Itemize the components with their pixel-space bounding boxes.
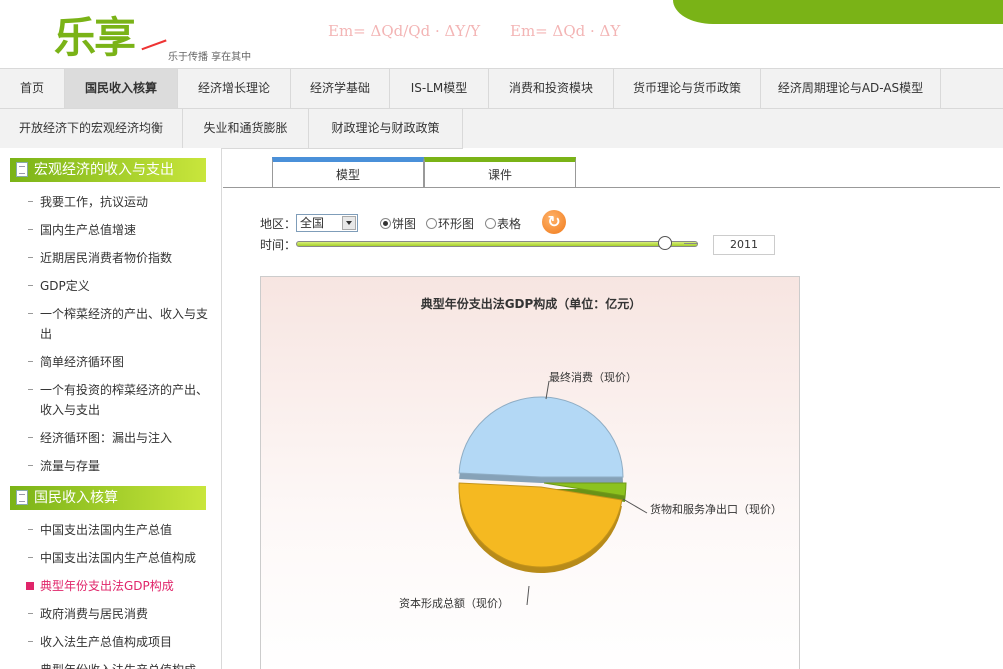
- site-logo[interactable]: 乐享: [54, 4, 136, 65]
- region-select-value: 全国: [300, 216, 325, 230]
- radio-dot[interactable]: [426, 218, 437, 229]
- logo-tagline: 乐于传播 享在其中: [168, 52, 252, 63]
- header-formula-1: Em= ΔQd/Qd · ΔY/Y: [328, 22, 481, 40]
- sidebar-item[interactable]: 中国支出法国内生产总值构成: [0, 544, 221, 572]
- radio-label: 表格: [497, 217, 522, 231]
- region-label: 地区：: [260, 217, 297, 231]
- radio-pie[interactable]: 饼图: [380, 215, 416, 232]
- radio-label: 饼图: [392, 217, 417, 231]
- nav-item-is-lm[interactable]: IS-LM模型: [390, 69, 489, 108]
- tab-courseware[interactable]: 课件: [424, 157, 576, 188]
- sidebar-item-active[interactable]: 典型年份支出法GDP构成: [0, 572, 221, 600]
- nav-row-1: 首页 国民收入核算 经济增长理论 经济学基础 IS-LM模型 消费和投资模块 货…: [0, 69, 1003, 109]
- logo-arrow-decoration: [139, 33, 167, 51]
- logo-text: 乐享: [54, 13, 136, 62]
- nav-row-2: 开放经济下的宏观经济均衡 失业和通货膨胀 财政理论与财政政策: [0, 109, 463, 149]
- tabs-divider: [223, 187, 1000, 188]
- radio-table[interactable]: 表格: [485, 215, 521, 232]
- sidebar: 宏观经济的收入与支出 我要工作，抗议运动 国内生产总值增速 近期居民消费者物价指…: [0, 148, 222, 669]
- sidebar-item[interactable]: 中国支出法国内生产总值: [0, 516, 221, 544]
- sidebar-item[interactable]: 近期居民消费者物价指数: [0, 244, 221, 272]
- sidebar-item[interactable]: 简单经济循环图: [0, 348, 221, 376]
- document-icon: [16, 162, 28, 177]
- time-slider[interactable]: [296, 241, 698, 247]
- tab-model[interactable]: 模型: [272, 157, 424, 188]
- sidebar-item[interactable]: 政府消费与居民消费: [0, 600, 221, 628]
- document-icon: [16, 490, 28, 505]
- nav-item-fiscal[interactable]: 财政理论与财政政策: [309, 109, 463, 148]
- radio-dot[interactable]: [485, 218, 496, 229]
- nav-item-economics-basics[interactable]: 经济学基础: [291, 69, 390, 108]
- header-decoration: [673, 0, 1003, 24]
- chart-controls: 地区： 全国 饼图 环形图 表格 时间： 2011: [260, 210, 800, 260]
- pie-label-net-exports: 货物和服务净出口（现价）: [650, 502, 782, 516]
- time-label: 时间：: [260, 238, 297, 252]
- time-slider-thumb[interactable]: [657, 236, 672, 250]
- nav-item-national-income[interactable]: 国民收入核算: [65, 69, 178, 108]
- sidebar-section-title: 国民收入核算: [34, 490, 118, 506]
- radio-label: 环形图: [438, 217, 475, 231]
- sidebar-item[interactable]: 我要工作，抗议运动: [0, 188, 221, 216]
- pie-slice-capital-formation[interactable]: [458, 482, 623, 573]
- sidebar-list-1: 我要工作，抗议运动 国内生产总值增速 近期居民消费者物价指数 GDP定义 一个榨…: [0, 188, 221, 480]
- sidebar-section-title: 宏观经济的收入与支出: [34, 162, 174, 178]
- header: 乐享 乐于传播 享在其中 Em= ΔQd/Qd · ΔY/Y Em= ΔQd ·…: [0, 0, 1003, 68]
- pie-label-final-consumption: 最终消费（现价）: [549, 370, 637, 384]
- pie-label-capital-formation-connector: [526, 585, 530, 606]
- region-select[interactable]: 全国: [296, 214, 358, 232]
- pie-label-capital-formation: 资本形成总额（现价）: [399, 596, 509, 610]
- radio-donut[interactable]: 环形图: [426, 215, 474, 232]
- year-display: 2011: [713, 235, 775, 255]
- sidebar-list-2: 中国支出法国内生产总值 中国支出法国内生产总值构成 典型年份支出法GDP构成 政…: [0, 516, 221, 669]
- chevron-down-icon[interactable]: [342, 216, 356, 230]
- pie-slice-final-consumption[interactable]: [458, 396, 624, 483]
- pie-chart: 最终消费（现价） 货物和服务净出口（现价） 资本形成总额（现价）: [399, 370, 782, 610]
- main-content: 模型 课件 地区： 全国 饼图 环形图 表格 时间： 2011 典型年份支出法G…: [223, 148, 1003, 669]
- sidebar-section-national-income[interactable]: 国民收入核算: [10, 486, 206, 510]
- sidebar-item[interactable]: 流量与存量: [0, 452, 221, 480]
- nav-item-growth-theory[interactable]: 经济增长理论: [178, 69, 291, 108]
- nav-item-monetary[interactable]: 货币理论与货币政策: [614, 69, 761, 108]
- nav-item-consumption-investment[interactable]: 消费和投资模块: [489, 69, 614, 108]
- nav-item-home[interactable]: 首页: [0, 69, 65, 108]
- sidebar-item[interactable]: 国内生产总值增速: [0, 216, 221, 244]
- nav-item-unemployment[interactable]: 失业和通货膨胀: [183, 109, 309, 148]
- header-formula-2: Em= ΔQd · ΔY: [510, 22, 621, 40]
- main-nav: 首页 国民收入核算 经济增长理论 经济学基础 IS-LM模型 消费和投资模块 货…: [0, 68, 1003, 149]
- nav-item-open-economy[interactable]: 开放经济下的宏观经济均衡: [0, 109, 183, 148]
- sidebar-item[interactable]: 一个有投资的榨菜经济的产出、收入与支出: [0, 376, 221, 424]
- sidebar-item[interactable]: 收入法生产总值构成项目: [0, 628, 221, 656]
- sidebar-item[interactable]: 经济循环图：漏出与注入: [0, 424, 221, 452]
- pie-label-net-exports-connector: [622, 498, 648, 514]
- sidebar-item[interactable]: 典型年份收入法生产总值构成: [0, 656, 221, 669]
- nav-item-business-cycle[interactable]: 经济周期理论与AD-AS模型: [761, 69, 941, 108]
- radio-dot[interactable]: [380, 218, 391, 229]
- sidebar-item[interactable]: 一个榨菜经济的产出、收入与支出: [0, 300, 221, 348]
- pie-slice-capital-formation-face[interactable]: [458, 482, 623, 568]
- pie-slice-final-consumption-face[interactable]: [458, 396, 624, 478]
- sidebar-item[interactable]: GDP定义: [0, 272, 221, 300]
- refresh-icon[interactable]: [542, 210, 566, 234]
- slider-tail: [684, 243, 698, 244]
- sidebar-section-income-expenditure[interactable]: 宏观经济的收入与支出: [10, 158, 206, 182]
- chart-panel: 典型年份支出法GDP构成（单位：亿元） 最终消费（现价） 货物和服务净出口（现价）…: [260, 276, 800, 669]
